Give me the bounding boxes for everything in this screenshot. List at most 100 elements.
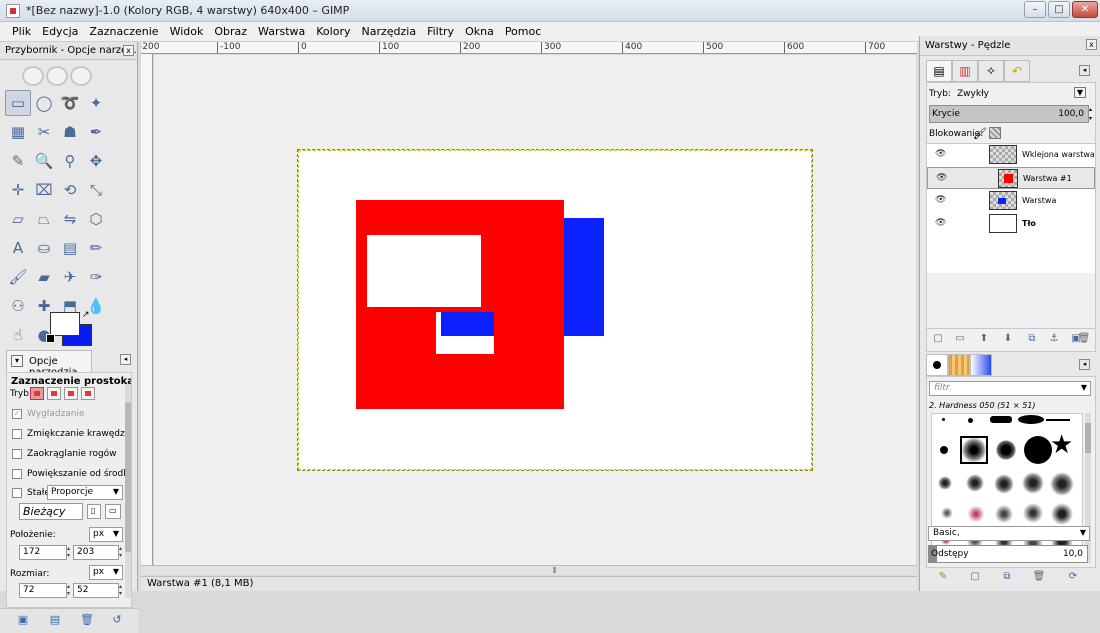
eraser-icon[interactable]: ▰	[31, 264, 57, 290]
brush-filter-input[interactable]: filtr ▼	[929, 381, 1091, 396]
brush-item[interactable]	[966, 504, 986, 524]
layer-row[interactable]: 👁 Wklejona warstwa	[927, 144, 1095, 166]
tab-brushes[interactable]	[926, 354, 948, 376]
menu-obraz[interactable]: Obraz	[208, 22, 252, 38]
menu-widok[interactable]: Widok	[164, 22, 209, 38]
delete-layer-icon[interactable]: 🗑	[1077, 333, 1091, 347]
menu-pomoc[interactable]: Pomoc	[499, 22, 546, 38]
mode-subtract-button[interactable]	[64, 387, 78, 400]
brush-item[interactable]	[996, 440, 1016, 460]
delete-options-icon[interactable]: 🗑	[80, 613, 94, 627]
scrollbar-thumb[interactable]	[1085, 423, 1091, 453]
tab-patterns[interactable]	[948, 354, 970, 376]
tab-channels[interactable]: ▥	[952, 60, 978, 82]
menu-narzedzia[interactable]: Narzędzia	[355, 22, 421, 38]
aspect-current-field[interactable]: Bieżący	[19, 503, 83, 520]
mode-add-button[interactable]	[47, 387, 61, 400]
layer-row-selected[interactable]: 👁 Warstwa #1	[927, 167, 1095, 189]
star-brush-icon[interactable]: ★	[1050, 430, 1073, 460]
swap-colors-icon[interactable]: ↗	[82, 310, 90, 320]
brush-item[interactable]	[968, 418, 973, 423]
perspective-icon[interactable]: ⏢	[31, 206, 57, 232]
close-window-button[interactable]: ✕	[1072, 1, 1098, 18]
color-select-icon[interactable]: ▦	[5, 119, 31, 145]
menu-okna[interactable]: Okna	[459, 22, 499, 38]
ellipse-select-icon[interactable]: ◯	[31, 90, 57, 116]
edit-brush-icon[interactable]: ✎	[936, 571, 950, 585]
brush-tag-dropdown[interactable]: Basic, ▼	[928, 526, 1090, 541]
save-options-icon[interactable]: ▣	[16, 613, 30, 627]
image-canvas[interactable]	[297, 149, 813, 471]
brush-item-selected[interactable]	[960, 436, 988, 464]
restore-options-icon[interactable]: ▤	[48, 613, 62, 627]
menu-filtry[interactable]: Filtry	[421, 22, 459, 38]
bucket-fill-icon[interactable]: ⛀	[31, 235, 57, 261]
fixed-dropdown[interactable]: Proporcje ▼	[47, 485, 123, 500]
menu-zaznaczenie[interactable]: Zaznaczenie	[83, 22, 163, 38]
menu-edycja[interactable]: Edycja	[36, 22, 83, 38]
brushes-menu-button[interactable]: ◂	[1079, 359, 1090, 370]
mode-intersect-button[interactable]	[81, 387, 95, 400]
rounded-corners-checkbox[interactable]	[12, 449, 22, 459]
position-x-field[interactable]: 172	[19, 545, 67, 560]
refresh-brushes-icon[interactable]: ⟳	[1066, 571, 1080, 585]
brush-item[interactable]	[1024, 436, 1052, 464]
visibility-eye-icon[interactable]: 👁	[936, 173, 948, 183]
expand-from-center-checkbox[interactable]	[12, 469, 22, 479]
smudge-icon[interactable]: ☝	[5, 322, 31, 348]
tab-tool-options[interactable]: ▾ Opcje narzędzia	[6, 350, 92, 378]
blend-icon[interactable]: ▤	[57, 235, 83, 261]
foreground-select-icon[interactable]: ☗	[57, 119, 83, 145]
fuzzy-select-icon[interactable]: ✦	[83, 90, 109, 116]
position-unit-dropdown[interactable]: px ▼	[89, 527, 123, 542]
rect-select-icon[interactable]: ▭	[5, 90, 31, 116]
brush-item[interactable]	[1022, 502, 1044, 524]
antialias-checkbox[interactable]: ✓	[12, 409, 22, 419]
align-icon[interactable]: ✛	[5, 177, 31, 203]
fixed-checkbox[interactable]	[12, 488, 22, 498]
mode-replace-button[interactable]	[30, 387, 44, 400]
scale-icon[interactable]: ⤡	[83, 177, 109, 203]
opacity-slider[interactable]: Krycie 100,0	[929, 105, 1089, 123]
reset-options-icon[interactable]: ↺	[110, 613, 124, 627]
brush-item[interactable]	[1050, 472, 1074, 496]
brush-item[interactable]	[994, 504, 1014, 524]
new-layer-icon[interactable]: ▢	[931, 333, 945, 347]
lower-layer-icon[interactable]: ⬇	[1001, 333, 1015, 347]
paths-icon[interactable]: ✒	[83, 119, 109, 145]
brush-item[interactable]	[1018, 415, 1044, 424]
foreground-color-swatch[interactable]	[50, 312, 80, 336]
crop-icon[interactable]: ⌧	[31, 177, 57, 203]
anchor-layer-icon[interactable]: ⚓	[1047, 333, 1061, 347]
rotate-icon[interactable]: ⟲	[57, 177, 83, 203]
move-icon[interactable]: ✥	[83, 148, 109, 174]
landscape-icon[interactable]: ▭	[105, 504, 121, 519]
lock-alpha-icon[interactable]	[989, 127, 1001, 139]
tab-gradients[interactable]	[970, 354, 992, 376]
brush-item[interactable]	[940, 506, 954, 520]
layers-dock-close-button[interactable]: x	[1086, 39, 1097, 50]
brush-item[interactable]	[940, 446, 948, 454]
brush-item[interactable]	[1022, 472, 1044, 494]
pencil-icon[interactable]: ✏	[83, 235, 109, 261]
portrait-icon[interactable]: ▯	[87, 504, 101, 519]
brush-item[interactable]	[1050, 502, 1074, 526]
layers-menu-button[interactable]: ◂	[1079, 65, 1090, 76]
layer-mode-dropdown[interactable]: Zwykły ▼	[951, 85, 1089, 100]
tool-options-menu-button[interactable]: ◂	[120, 354, 131, 365]
tab-layers[interactable]: ▤	[926, 60, 952, 82]
ink-icon[interactable]: ✑	[83, 264, 109, 290]
delete-brush-icon[interactable]: 🗑	[1032, 571, 1046, 585]
position-y-field[interactable]: 203	[73, 545, 119, 560]
visibility-eye-icon[interactable]: 👁	[935, 149, 947, 159]
brush-item[interactable]	[942, 418, 945, 421]
menu-plik[interactable]: Plik	[6, 22, 36, 38]
default-colors-icon[interactable]	[46, 334, 55, 343]
brush-spacing-slider[interactable]: Odstępy 10,0	[928, 545, 1088, 563]
duplicate-layer-icon[interactable]: ⧉	[1025, 333, 1039, 347]
flip-icon[interactable]: ⇋	[57, 206, 83, 232]
horizontal-scrollbar[interactable]: ⦀	[141, 565, 917, 575]
layer-row[interactable]: 👁 Tło	[927, 213, 1095, 235]
cage-icon[interactable]: ⬡	[83, 206, 109, 232]
lock-pixels-icon[interactable]: 🖌	[973, 127, 987, 140]
